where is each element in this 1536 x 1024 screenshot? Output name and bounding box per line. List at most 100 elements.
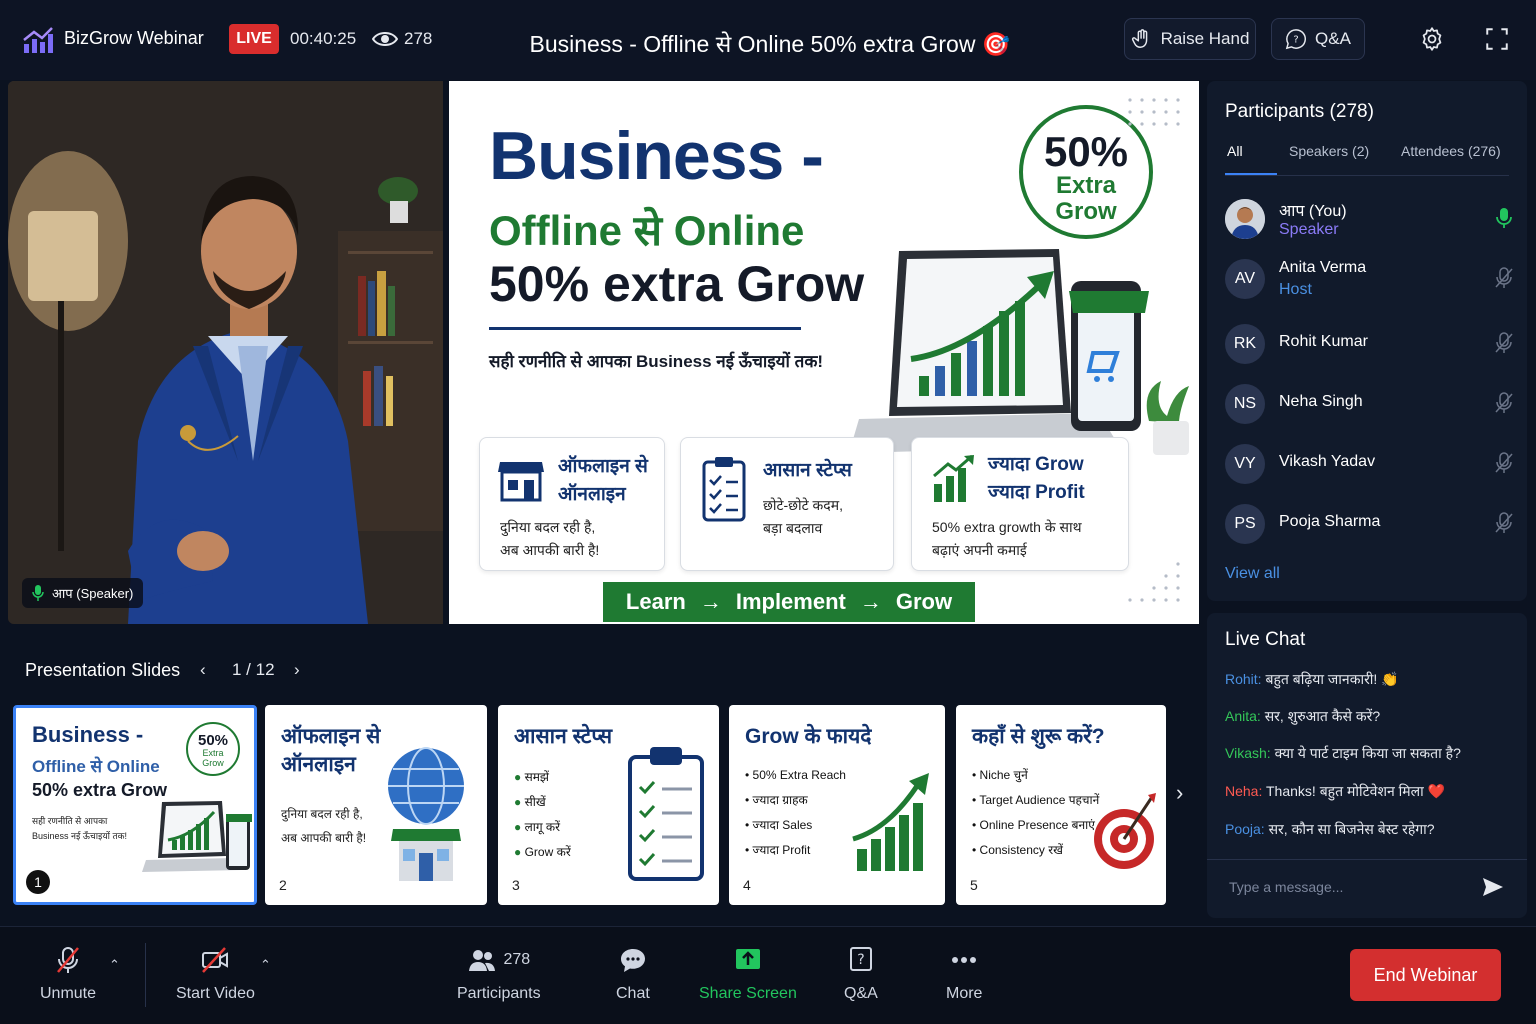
qa-button[interactable]: ? Q&A xyxy=(1271,18,1365,60)
slide-thumbnail-4[interactable]: Grow के फायदे • 50% Extra Reach • ज्यादा… xyxy=(729,705,945,905)
thumb-step-list: ● समझें ● सीखें ● लागू करें ● Grow करें xyxy=(514,765,571,865)
chat-message: Pooja: सर, कौन सा बिजनेस बेस्ट रहेगा? xyxy=(1225,820,1525,839)
thumb-badge-extra: Extra xyxy=(202,748,224,758)
svg-text:?: ? xyxy=(1293,35,1298,46)
chat-message: Vikash: क्या ये पार्ट टाइम किया जा सकता … xyxy=(1225,744,1525,763)
hand-icon xyxy=(1131,29,1147,48)
thumb-title: आसान स्टेप्स xyxy=(514,725,613,748)
card-body-1a: दुनिया बदल रही है, xyxy=(500,519,596,535)
mic-muted-icon xyxy=(1495,267,1513,288)
bottom-toolbar: Unmute ⌃ Start Video ⌃ 278 Participants … xyxy=(0,926,1536,1024)
slide-page-indicator: 1 / 12 xyxy=(232,660,275,679)
title-underline xyxy=(489,327,801,330)
list-item: ● सीखें xyxy=(514,795,546,809)
start-video-button[interactable]: Start Video xyxy=(176,945,255,1003)
list-item: • 50% Extra Reach xyxy=(745,768,846,782)
thumb-title-line2: ऑनलाइन xyxy=(281,753,356,776)
session-timer: 00:40:25 xyxy=(290,29,357,48)
card-title-3b: ज्यादा Profit xyxy=(988,482,1085,503)
gear-icon xyxy=(1422,27,1442,51)
participant-name: Neha Singh xyxy=(1279,393,1363,410)
participant-row[interactable]: RK Rohit Kumar xyxy=(1225,318,1515,368)
unmute-button[interactable]: Unmute xyxy=(40,945,96,1003)
chat-title: Live Chat xyxy=(1225,629,1306,650)
participant-row[interactable]: PS Pooja Sharma xyxy=(1225,498,1515,548)
share-screen-button[interactable]: Share Screen xyxy=(699,945,797,1003)
card-title-3a: ज्यादा Grow xyxy=(988,454,1084,475)
qa-toolbar-button[interactable]: ? Q&A xyxy=(844,945,878,1003)
participant-row[interactable]: AV Anita Verma Host xyxy=(1225,253,1515,303)
chat-text: सर, शुरुआत कैसे करें? xyxy=(1264,708,1381,724)
thumb-title-line1: ऑफलाइन से xyxy=(281,725,381,748)
thumb-body-1: दुनिया बदल रही है, xyxy=(281,807,363,821)
speaker-video-frame xyxy=(8,81,443,624)
mic-muted-icon xyxy=(57,947,79,973)
dots-decoration xyxy=(1128,562,1180,602)
chat-message-input[interactable]: Type a message... xyxy=(1229,879,1343,895)
more-button[interactable]: More xyxy=(946,945,982,1003)
growth-bars-icon xyxy=(852,773,929,871)
strip-next-button[interactable]: › xyxy=(1176,780,1183,806)
slide-thumbnail-5[interactable]: कहाँ से शुरू करें? • Niche चुनें • Targe… xyxy=(956,705,1166,905)
card-body-2b: बड़ा बदलाव xyxy=(763,520,823,536)
store-icon xyxy=(498,462,544,502)
growth-chart-icon xyxy=(933,454,974,502)
start-video-label: Start Video xyxy=(176,985,255,1002)
next-slide-button[interactable]: › xyxy=(294,660,300,680)
share-screen-label: Share Screen xyxy=(699,985,797,1002)
settings-button[interactable] xyxy=(1411,18,1453,60)
participants-button[interactable]: 278 Participants xyxy=(457,945,541,1003)
clipboard-checklist-icon xyxy=(628,747,704,881)
chat-text: सर, कौन सा बिजनेस बेस्ट रहेगा? xyxy=(1268,821,1435,837)
chat-user: Pooja: xyxy=(1225,821,1265,837)
chat-message: Anita: सर, शुरुआत कैसे करें? xyxy=(1225,707,1525,726)
list-item: ● समझें xyxy=(514,770,549,784)
thumb-title: कहाँ से शुरू करें? xyxy=(972,725,1105,748)
check-icon: ● xyxy=(514,770,522,784)
fullscreen-button[interactable] xyxy=(1476,18,1518,60)
send-icon[interactable] xyxy=(1481,875,1505,899)
participants-icon-group: 278 xyxy=(467,945,530,975)
slide-thumbnail-2[interactable]: ऑफलाइन से ऑनलाइन दुनिया बदल रही है, अब आ… xyxy=(265,705,487,905)
raise-hand-button[interactable]: Raise Hand xyxy=(1124,18,1256,60)
tab-attendees[interactable]: Attendees (276) xyxy=(1401,143,1501,159)
tab-all[interactable]: All xyxy=(1227,143,1243,159)
list-item: • Target Audience पहचानें xyxy=(972,793,1100,807)
mic-muted-icon xyxy=(1495,512,1513,533)
participant-row[interactable]: NS Neha Singh xyxy=(1225,378,1515,428)
question-bubble-icon: ? xyxy=(1285,29,1307,50)
slide-thumbnail-3[interactable]: आसान स्टेप्स ● समझें ● सीखें ● लागू करें… xyxy=(498,705,719,905)
badge-line2: Grow xyxy=(1055,198,1117,225)
slide-title-line3: 50% extra Grow xyxy=(489,256,865,312)
checklist-icon xyxy=(702,457,746,522)
video-options-caret[interactable]: ⌃ xyxy=(260,957,271,973)
view-all-link[interactable]: View all xyxy=(1225,565,1280,583)
presentation-slides-strip: Presentation Slides ‹ 1 / 12 › Business … xyxy=(8,640,1201,920)
more-dots-icon xyxy=(952,957,977,963)
mic-on-icon xyxy=(32,585,44,601)
prev-slide-button[interactable]: ‹ xyxy=(200,660,206,680)
participants-label: Participants xyxy=(457,985,541,1002)
slide-thumbnail-1[interactable]: Business - Offline से Online 50% extra G… xyxy=(13,705,257,905)
banner-step-implement: Implement xyxy=(735,589,846,614)
participant-row[interactable]: आप (You) Speaker xyxy=(1225,193,1515,243)
banner-step-grow: Grow xyxy=(895,589,953,614)
avatar: PS xyxy=(1225,504,1265,544)
laptop-growth-illustration xyxy=(849,249,1189,455)
chat-button[interactable]: Chat xyxy=(616,945,650,1003)
chat-text: Thanks! बहुत मोटिवेशन मिला ❤️ xyxy=(1266,783,1446,799)
tabs-divider xyxy=(1225,175,1509,176)
chat-text: क्या ये पार्ट टाइम किया जा सकता है? xyxy=(1274,745,1461,761)
mic-muted-icon xyxy=(1495,392,1513,413)
participants-panel: Participants (278) All Speakers (2) Atte… xyxy=(1207,81,1527,601)
participant-row[interactable]: VY Vikash Yadav xyxy=(1225,438,1515,488)
mic-muted-icon xyxy=(1495,332,1513,353)
qa-label: Q&A xyxy=(1315,29,1351,48)
thumb-number: 1 xyxy=(26,870,50,894)
live-chat-panel: Live Chat Rohit: बहुत बढ़िया जानकारी! 👏 … xyxy=(1207,613,1527,918)
thumb-title: Grow के फायदे xyxy=(745,725,872,748)
audio-options-caret[interactable]: ⌃ xyxy=(109,957,120,973)
end-webinar-button[interactable]: End Webinar xyxy=(1350,949,1501,1001)
thumb-title-line1: Business - xyxy=(32,722,144,747)
tab-speakers[interactable]: Speakers (2) xyxy=(1289,143,1369,159)
